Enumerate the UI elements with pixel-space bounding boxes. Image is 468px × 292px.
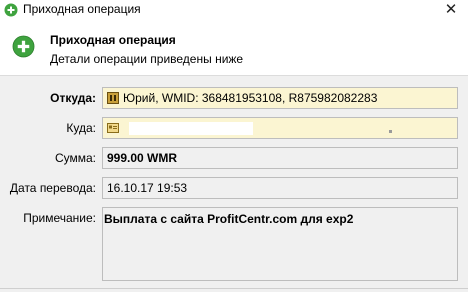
header-title: Приходная операция xyxy=(50,33,176,47)
date-label: Дата перевода: xyxy=(9,181,96,195)
wallet-icon xyxy=(107,92,119,104)
from-value: Юрий, WMID: 368481953108, R875982082283 xyxy=(123,91,378,105)
amount-value: 999.00 WMR xyxy=(107,151,178,165)
from-field[interactable]: Юрий, WMID: 368481953108, R875982082283 xyxy=(102,87,458,109)
note-label: Примечание: xyxy=(23,211,96,225)
marker-dot xyxy=(389,129,392,133)
title-bar: Приходная операция ✕ xyxy=(0,0,468,20)
close-button[interactable]: ✕ xyxy=(434,0,468,20)
contact-card-icon xyxy=(107,123,119,133)
date-value: 16.10.17 19:53 xyxy=(107,181,188,195)
close-icon: ✕ xyxy=(444,1,458,18)
plus-circle-icon xyxy=(4,3,18,17)
to-field[interactable] xyxy=(102,117,458,139)
date-field[interactable]: 16.10.17 19:53 xyxy=(102,177,458,199)
redacted-area xyxy=(129,121,253,135)
to-label: Куда: xyxy=(66,121,96,135)
from-label: Откуда: xyxy=(50,91,96,105)
note-value: Выплата с сайта ProfitCentr.com для exp2 xyxy=(104,212,354,226)
window-title: Приходная операция xyxy=(23,2,141,16)
amount-label: Сумма: xyxy=(54,151,96,165)
plus-circle-icon xyxy=(12,35,35,58)
bottom-divider xyxy=(0,288,468,289)
amount-field[interactable]: 999.00 WMR xyxy=(102,147,458,169)
dialog-header: Приходная операция Детали операции приве… xyxy=(0,20,468,75)
header-subtitle: Детали операции приведены ниже xyxy=(50,52,244,66)
header-divider xyxy=(0,75,468,76)
